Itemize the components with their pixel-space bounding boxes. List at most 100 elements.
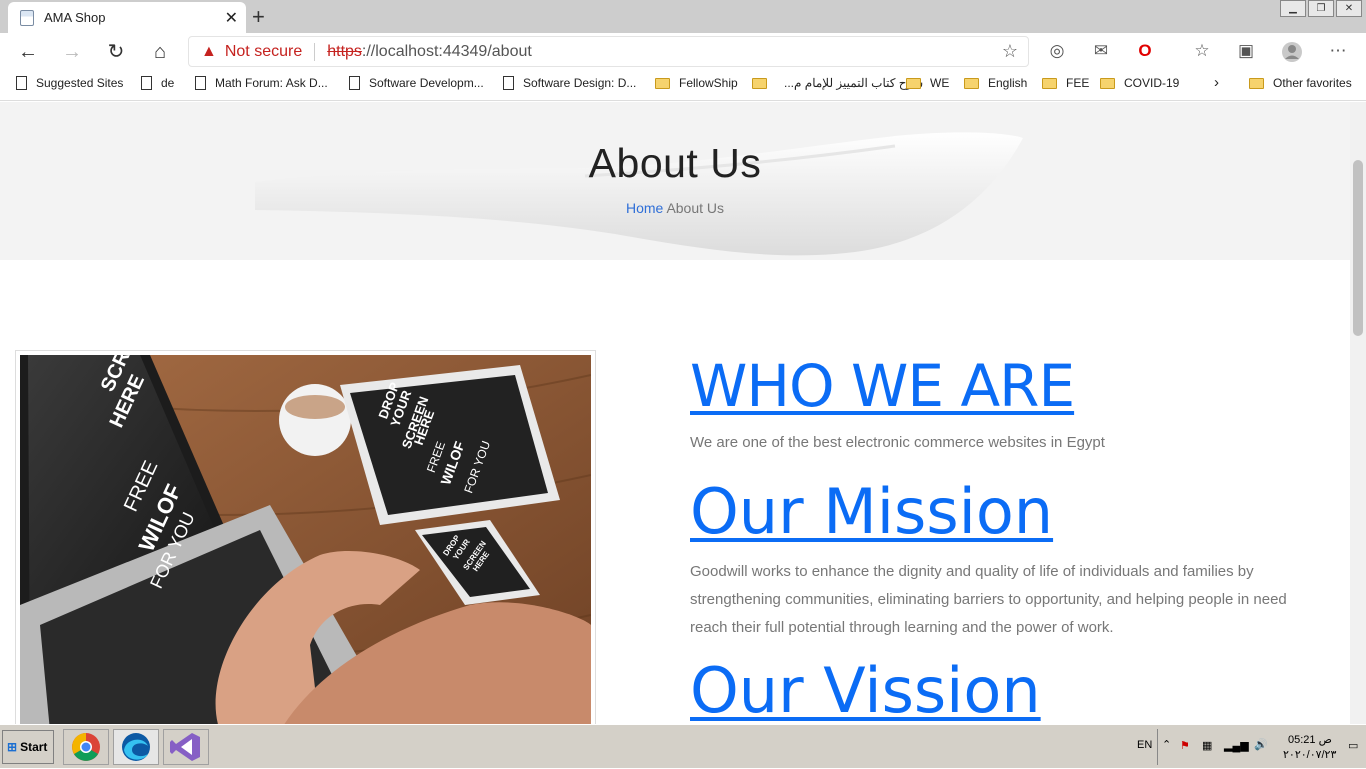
bookmark-label: English: [988, 76, 1028, 90]
opera-extension-icon[interactable]: O: [1133, 41, 1157, 63]
bookmark-folder-fee[interactable]: FEE: [1042, 76, 1089, 90]
device-icon[interactable]: ▦: [1202, 739, 1212, 752]
vision-heading[interactable]: Our Vission: [690, 654, 1041, 724]
breadcrumb: Home About Us: [0, 200, 1350, 216]
breadcrumb-home-link[interactable]: Home: [626, 200, 663, 216]
system-tray: EN ⌃ ⚑ ▦ ▂▄▆ 🔊 05:21 ص ٢٠٢٠/٠٧/٢٣ ▭: [1137, 729, 1366, 765]
windows-taskbar: ⊞ Start EN ⌃ ⚑ ▦ ▂▄▆ 🔊 05:21 ص ٢٠٢٠/٠٧/٢…: [0, 724, 1366, 768]
mission-text: Goodwill works to enhance the dignity an…: [690, 563, 1287, 636]
address-bar[interactable]: ▲ Not secure https ://localhost:44349/ab…: [188, 36, 1029, 67]
new-tab-icon[interactable]: +: [252, 4, 265, 30]
folder-icon: [655, 77, 670, 89]
edge-taskbar-icon[interactable]: [113, 729, 159, 765]
extension-icon[interactable]: ◎: [1045, 41, 1069, 63]
laptop-desk-image: SCR HERE FREE WILOF FOR YOU DROP YOUR SC…: [20, 355, 591, 724]
show-hidden-icons-icon[interactable]: ⌃: [1162, 738, 1171, 751]
bookmark-label: شرح كتاب التمييز للإمام م...: [784, 76, 924, 90]
page-icon: [141, 76, 152, 90]
more-menu-icon[interactable]: ⋯: [1326, 41, 1350, 63]
folder-icon: [752, 77, 767, 89]
home-icon[interactable]: ⌂: [146, 39, 174, 65]
show-desktop-icon[interactable]: ▭: [1348, 739, 1358, 752]
about-photo: SCR HERE FREE WILOF FOR YOU DROP YOUR SC…: [15, 350, 596, 724]
scrollbar-thumb[interactable]: [1353, 160, 1363, 336]
favorite-star-icon[interactable]: ☆: [1002, 41, 1018, 62]
folder-icon: [1249, 77, 1264, 89]
close-window-icon[interactable]: ✕: [1336, 0, 1362, 17]
who-we-are-heading[interactable]: WHO WE ARE: [690, 352, 1075, 420]
start-label: Start: [20, 740, 48, 754]
chevron-right-icon[interactable]: ›: [1214, 74, 1219, 91]
folder-icon: [1100, 77, 1115, 89]
bookmark-label: de: [161, 76, 175, 90]
tab-ama-shop[interactable]: AMA Shop ✕: [8, 2, 246, 33]
windows-logo-icon: ⊞: [7, 740, 18, 754]
page-favicon-icon: [20, 9, 34, 26]
bookmark-label: FEE: [1066, 76, 1090, 90]
tab-title: AMA Shop: [44, 10, 106, 25]
page-icon: [349, 76, 360, 90]
signal-icon[interactable]: ▂▄▆: [1224, 739, 1249, 752]
folder-icon: [1042, 77, 1057, 89]
page-scrollbar[interactable]: [1350, 102, 1366, 724]
collections-icon[interactable]: ▣: [1234, 41, 1258, 63]
bookmark-software-development[interactable]: Software Developm...: [349, 76, 484, 90]
bookmark-folder-arabic[interactable]: شرح كتاب التمييز للإمام م...: [752, 76, 923, 90]
clock-date[interactable]: ٢٠٢٠/٠٧/٢٣: [1283, 748, 1336, 761]
warning-icon: ▲: [201, 42, 217, 60]
bookmark-folder-covid[interactable]: COVID-19: [1100, 76, 1179, 90]
bookmark-label: FellowShip: [679, 76, 738, 90]
who-we-are-text: We are one of the best electronic commer…: [690, 434, 1105, 451]
folder-icon: [964, 77, 979, 89]
forward-icon[interactable]: →: [58, 39, 86, 65]
language-indicator[interactable]: EN: [1137, 739, 1152, 751]
bookmark-label: Math Forum: Ask D...: [215, 76, 328, 90]
not-secure-label[interactable]: Not secure: [225, 43, 302, 61]
bookmark-math-forum[interactable]: Math Forum: Ask D...: [195, 76, 328, 90]
mail-icon[interactable]: ✉: [1089, 41, 1113, 63]
visual-studio-taskbar-icon[interactable]: [163, 729, 209, 765]
volume-icon[interactable]: 🔊: [1254, 738, 1268, 751]
breadcrumb-current: About Us: [666, 200, 725, 216]
bookmark-folder-english[interactable]: English: [964, 76, 1027, 90]
bookmark-label: Software Design: D...: [523, 76, 637, 90]
tab-strip: AMA Shop ✕ + ▁ ❐ ✕: [0, 0, 1366, 33]
page-viewport: About Us Home About Us SCR HERE FREE WIL…: [0, 102, 1350, 724]
page-icon: [195, 76, 206, 90]
bookmark-suggested-sites[interactable]: Suggested Sites: [16, 76, 123, 90]
bookmark-label: WE: [930, 76, 950, 90]
page-banner: About Us Home About Us: [0, 102, 1350, 260]
url-scheme: https: [327, 42, 362, 60]
refresh-icon[interactable]: ↻: [102, 39, 130, 65]
favorites-bar: Suggested Sites de Math Forum: Ask D... …: [0, 70, 1366, 101]
tab-close-icon[interactable]: ✕: [225, 8, 238, 28]
mission-heading[interactable]: Our Mission: [690, 475, 1053, 548]
bookmark-label: Software Developm...: [369, 76, 484, 90]
desk-scene-illustration: [20, 355, 591, 724]
page-icon: [503, 76, 514, 90]
window-controls: ▁ ❐ ✕: [1278, 0, 1362, 17]
network-warning-icon[interactable]: ⚑: [1180, 739, 1190, 752]
restore-icon[interactable]: ❐: [1308, 0, 1334, 17]
favorites-icon[interactable]: ☆: [1190, 41, 1214, 63]
minimize-icon[interactable]: ▁: [1280, 0, 1306, 17]
page-icon: [16, 76, 27, 90]
page-title: About Us: [588, 140, 762, 186]
bookmark-label: Suggested Sites: [36, 76, 124, 90]
bookmark-software-design[interactable]: Software Design: D...: [503, 76, 636, 90]
back-icon[interactable]: ←: [14, 39, 42, 65]
bookmark-label: Other favorites: [1273, 76, 1352, 90]
bookmark-folder-fellowship[interactable]: FellowShip: [655, 76, 738, 90]
folder-icon: [906, 77, 921, 89]
address-separator: [314, 42, 316, 61]
browser-toolbar: ← → ↻ ⌂ ▲ Not secure https ://localhost:…: [0, 33, 1366, 70]
bookmark-label: COVID-19: [1124, 76, 1180, 90]
bookmark-de[interactable]: de: [141, 76, 174, 90]
bookmark-folder-other-favorites[interactable]: Other favorites: [1249, 76, 1352, 90]
chrome-taskbar-icon[interactable]: [63, 729, 109, 765]
profile-avatar-icon[interactable]: [1280, 41, 1304, 63]
bookmark-folder-we[interactable]: WE: [906, 76, 949, 90]
start-button[interactable]: ⊞ Start: [2, 730, 54, 764]
url-path: ://localhost:44349/about: [361, 42, 532, 60]
clock-time[interactable]: 05:21 ص: [1288, 733, 1332, 746]
